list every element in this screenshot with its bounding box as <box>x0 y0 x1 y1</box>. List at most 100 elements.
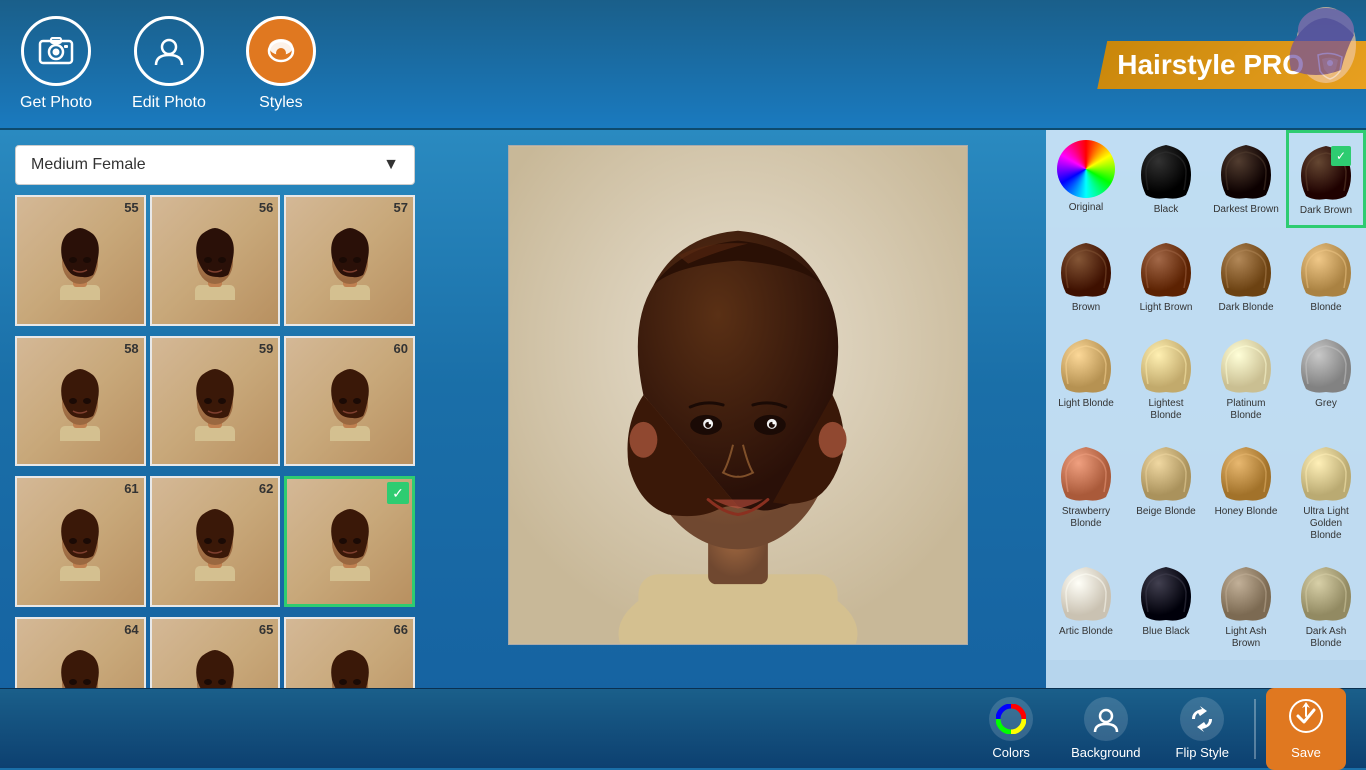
color-item-strawberry-blonde[interactable]: Strawberry Blonde <box>1046 432 1126 552</box>
color-item-brown[interactable]: Brown <box>1046 228 1126 324</box>
style-number: 56 <box>259 200 273 215</box>
color-item-beige-blonde[interactable]: Beige Blonde <box>1126 432 1206 552</box>
color-item-blue-black[interactable]: Blue Black <box>1126 552 1206 660</box>
color-label: Grey <box>1315 398 1337 410</box>
dropdown-selected: Medium Female <box>31 156 146 174</box>
color-item-light-blonde[interactable]: Light Blonde <box>1046 324 1126 432</box>
color-label: Light Brown <box>1140 302 1193 314</box>
left-panel: Medium Female ▼ <box>0 130 430 768</box>
style-number: 61 <box>124 481 138 496</box>
color-item-black[interactable]: Black <box>1126 130 1206 228</box>
color-swatch-wrap <box>1216 334 1276 398</box>
style-number: 55 <box>124 200 138 215</box>
color-grid: Original Black <box>1046 130 1366 660</box>
style-number: 62 <box>259 481 273 496</box>
logo-area: Hairstyle PRO <box>1046 0 1366 130</box>
color-label: Lightest Blonde <box>1133 398 1199 422</box>
colors-button[interactable]: Colors <box>971 689 1051 768</box>
edit-photo-icon <box>134 16 204 86</box>
color-label: Blonde <box>1310 302 1341 314</box>
color-item-artic-blonde[interactable]: Artic Blonde <box>1046 552 1126 660</box>
color-swatch-wrap <box>1296 442 1356 506</box>
dropdown-chevron: ▼ <box>383 156 399 174</box>
style-item-56[interactable]: 56 <box>150 195 281 326</box>
styles-label: Styles <box>259 94 303 112</box>
style-item-57[interactable]: 57 <box>284 195 415 326</box>
background-label: Background <box>1071 745 1140 760</box>
color-label: Original <box>1069 202 1103 214</box>
style-item-63[interactable]: ✓ <box>284 476 415 607</box>
color-swatch-wrap <box>1056 562 1116 626</box>
color-item-honey-blonde[interactable]: Honey Blonde <box>1206 432 1286 552</box>
nav-bar: Get Photo Edit Photo Styles <box>20 16 316 112</box>
edit-photo-label: Edit Photo <box>132 94 206 112</box>
color-item-light-brown[interactable]: Light Brown <box>1126 228 1206 324</box>
flip-style-icon <box>1180 697 1224 741</box>
style-item-60[interactable]: 60 <box>284 336 415 467</box>
color-swatch-wrap <box>1216 562 1276 626</box>
style-item-58[interactable]: 58 <box>15 336 146 467</box>
background-button[interactable]: Background <box>1056 689 1155 768</box>
color-item-original[interactable]: Original <box>1046 130 1126 228</box>
save-button[interactable]: Save <box>1266 688 1346 770</box>
color-swatch-wrap <box>1216 238 1276 302</box>
color-label: Darkest Brown <box>1213 204 1279 216</box>
color-item-ultra-light-golden-blonde[interactable]: Ultra Light Golden Blonde <box>1286 432 1366 552</box>
header: Get Photo Edit Photo Styles <box>0 0 1366 130</box>
nav-styles[interactable]: Styles <box>246 16 316 112</box>
color-swatch-wrap <box>1057 140 1115 202</box>
style-number: 57 <box>394 200 408 215</box>
color-item-platinum-blonde[interactable]: Platinum Blonde <box>1206 324 1286 432</box>
color-swatch-wrap <box>1296 334 1356 398</box>
color-swatch-wrap <box>1056 442 1116 506</box>
color-label: Black <box>1154 204 1178 216</box>
style-number: 59 <box>259 341 273 356</box>
style-item-59[interactable]: 59 <box>150 336 281 467</box>
save-icon <box>1288 698 1324 741</box>
color-swatch-wrap <box>1136 442 1196 506</box>
color-swatch-wrap <box>1296 562 1356 626</box>
color-item-grey[interactable]: Grey <box>1286 324 1366 432</box>
nav-get-photo[interactable]: Get Photo <box>20 16 92 112</box>
color-swatch-wrap <box>1056 334 1116 398</box>
color-label: Ultra Light Golden Blonde <box>1293 506 1359 542</box>
color-label: Dark Blonde <box>1218 302 1273 314</box>
style-number: 60 <box>394 341 408 356</box>
color-label: Platinum Blonde <box>1213 398 1279 422</box>
preview-area <box>508 145 968 645</box>
get-photo-icon <box>21 16 91 86</box>
color-item-dark-ash-blonde[interactable]: Dark Ash Blonde <box>1286 552 1366 660</box>
color-item-darkest-brown[interactable]: Darkest Brown <box>1206 130 1286 228</box>
color-label: Brown <box>1072 302 1100 314</box>
colors-label: Colors <box>992 745 1030 760</box>
color-item-dark-brown[interactable]: ✓ Dark Brown <box>1286 130 1366 228</box>
color-swatch-wrap <box>1136 238 1196 302</box>
color-item-lightest-blonde[interactable]: Lightest Blonde <box>1126 324 1206 432</box>
color-swatch-wrap <box>1136 562 1196 626</box>
bottom-bar: Colors Background Flip Style <box>0 688 1366 768</box>
color-swatch-wrap: ✓ <box>1296 141 1356 205</box>
color-swatch-wrap <box>1136 140 1196 204</box>
color-panel: Original Black <box>1046 130 1366 768</box>
color-label: Light Ash Brown <box>1213 626 1279 650</box>
save-label: Save <box>1291 745 1321 760</box>
style-item-62[interactable]: 62 <box>150 476 281 607</box>
color-label: Light Blonde <box>1058 398 1114 410</box>
colors-icon <box>989 697 1033 741</box>
color-swatch-wrap <box>1216 140 1276 204</box>
style-check: ✓ <box>387 482 409 504</box>
color-check: ✓ <box>1331 146 1351 166</box>
color-swatch-wrap <box>1056 238 1116 302</box>
color-item-blonde[interactable]: Blonde <box>1286 228 1366 324</box>
style-item-55[interactable]: 55 <box>15 195 146 326</box>
style-category-dropdown[interactable]: Medium Female ▼ <box>15 145 415 185</box>
color-label: Dark Brown <box>1300 205 1352 217</box>
flip-style-button[interactable]: Flip Style <box>1161 689 1244 768</box>
get-photo-label: Get Photo <box>20 94 92 112</box>
style-item-61[interactable]: 61 <box>15 476 146 607</box>
color-item-light-ash-brown[interactable]: Light Ash Brown <box>1206 552 1286 660</box>
color-swatch-wrap <box>1136 334 1196 398</box>
color-item-dark-blonde[interactable]: Dark Blonde <box>1206 228 1286 324</box>
style-number: 58 <box>124 341 138 356</box>
nav-edit-photo[interactable]: Edit Photo <box>132 16 206 112</box>
